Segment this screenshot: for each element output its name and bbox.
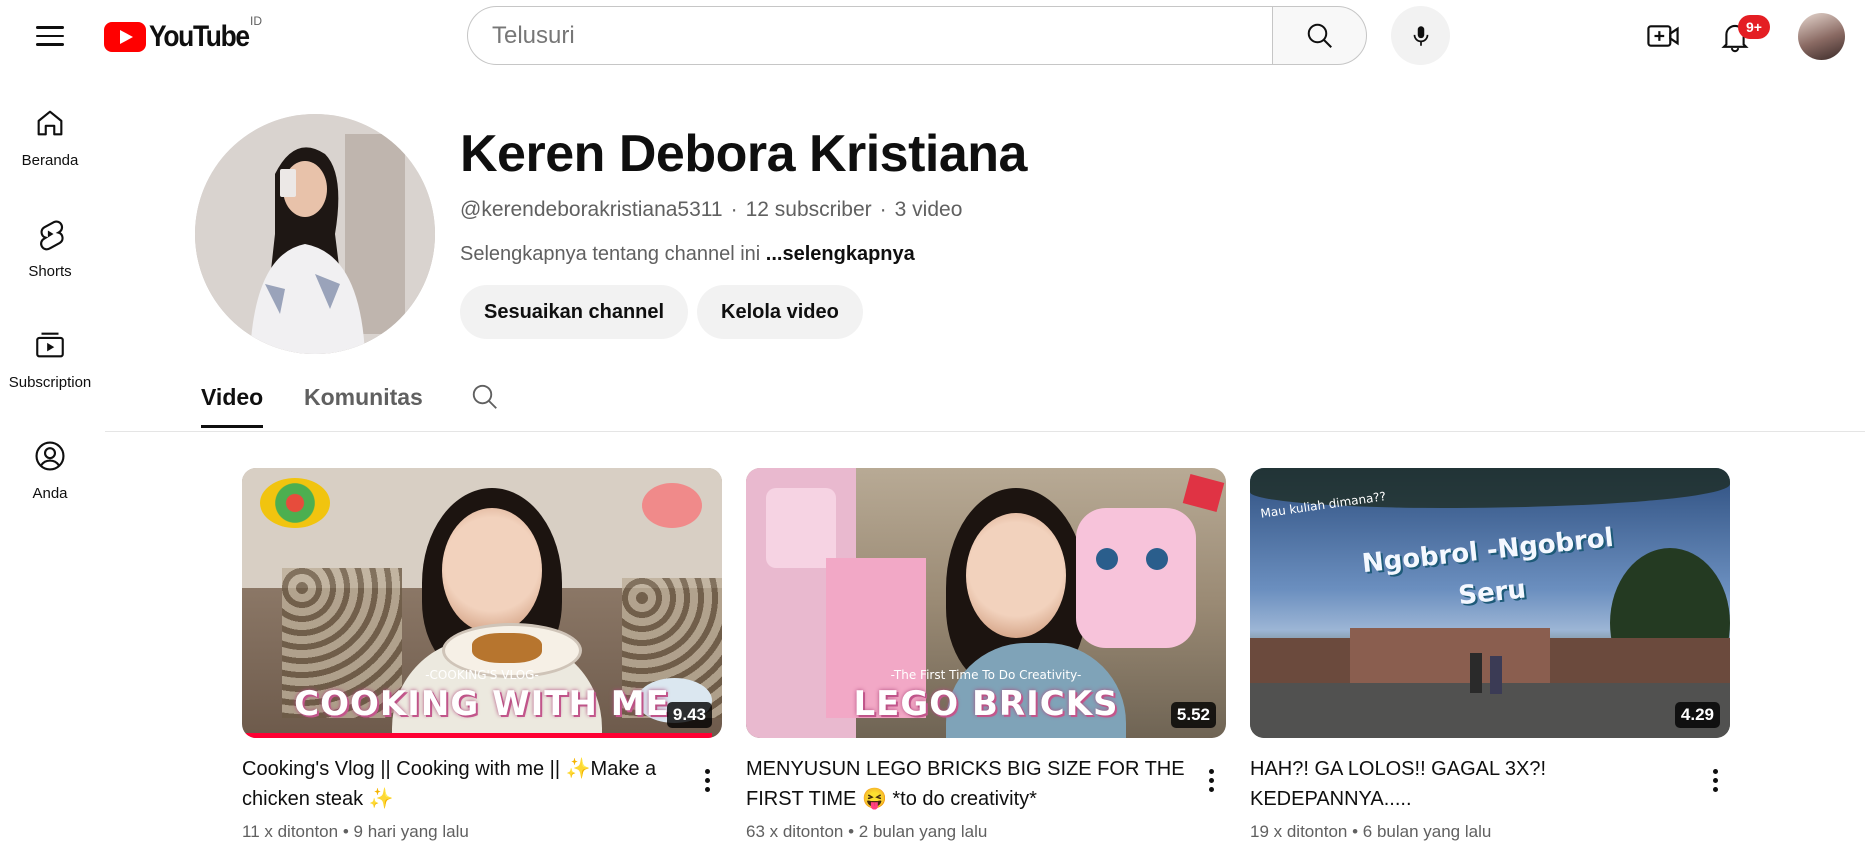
channel-avatar: [195, 114, 435, 354]
meta-separator: •: [1352, 822, 1363, 841]
channel-description[interactable]: Selengkapnya tentang channel ini ...sele…: [460, 243, 915, 266]
more-options-icon[interactable]: [692, 760, 722, 800]
manage-videos-button[interactable]: Kelola video: [697, 285, 863, 339]
tab-komunitas[interactable]: Komunitas: [304, 384, 423, 425]
channel-name: Keren Debora Kristiana: [460, 125, 1027, 183]
video-meta: 63 x ditonton • 2 bulan yang lalu: [746, 822, 1226, 842]
more-options-icon[interactable]: [1700, 760, 1730, 800]
logo-text: YouTube: [149, 20, 250, 53]
channel-avatar-photo: [195, 114, 435, 354]
sidebar-item-label: Subscription: [8, 374, 92, 391]
channel-meta: @kerendeborakristiana5311 · 12 subscribe…: [460, 198, 962, 222]
thumbnail-caption: COOKING WITH ME: [294, 684, 670, 724]
description-text: Selengkapnya tentang channel ini: [460, 243, 761, 265]
meta-separator: ·: [879, 198, 887, 221]
channel-search-button[interactable]: [470, 382, 500, 417]
sidebar-item-anda[interactable]: Anda: [0, 421, 100, 532]
voice-search-button[interactable]: [1391, 6, 1450, 65]
meta-separator: ·: [730, 198, 738, 221]
search-icon: [472, 384, 497, 409]
search-button[interactable]: [1272, 6, 1367, 65]
upload-age: 2 bulan yang lalu: [858, 822, 988, 841]
video-count: 3 video: [894, 198, 963, 221]
video-add-icon: [1647, 25, 1679, 47]
thumbnail-subtitle: -COOKING'S VLOG-: [425, 668, 539, 682]
subscriptions-icon: [36, 332, 64, 358]
region-code: ID: [250, 14, 262, 28]
home-icon: [37, 110, 63, 136]
create-button[interactable]: [1640, 14, 1686, 58]
more-options-icon[interactable]: [1196, 760, 1226, 800]
sidebar-item-label: Anda: [32, 485, 68, 502]
sidebar-item-beranda[interactable]: Beranda: [0, 88, 100, 199]
notification-badge: 9+: [1738, 15, 1770, 39]
youtube-logo[interactable]: YouTube: [104, 20, 262, 54]
video-thumbnail[interactable]: Mau kuliah dimana?? Ngobrol -Ngobrol Ser…: [1250, 468, 1730, 738]
video-duration: 4.29: [1674, 702, 1720, 728]
video-card: Mau kuliah dimana?? Ngobrol -Ngobrol Ser…: [1250, 468, 1730, 842]
search-icon: [1307, 23, 1332, 48]
sidebar-item-subscription[interactable]: Subscription: [0, 310, 100, 421]
view-count: 11 x ditonton: [242, 822, 339, 841]
video-title[interactable]: MENYUSUN LEGO BRICKS BIG SIZE FOR THE FI…: [746, 754, 1186, 814]
video-duration: 9.43: [666, 702, 712, 728]
video-card: -The First Time To Do Creativity- LEGO B…: [746, 468, 1226, 842]
video-card: -COOKING'S VLOG- COOKING WITH ME 9.43 Co…: [242, 468, 722, 842]
search-bar: [467, 6, 1367, 65]
more-link[interactable]: ...selengkapnya: [766, 243, 915, 265]
channel-handle[interactable]: @kerendeborakristiana5311: [460, 198, 723, 222]
meta-separator: •: [848, 822, 859, 841]
microphone-icon: [1413, 25, 1428, 46]
account-avatar[interactable]: [1798, 13, 1845, 60]
upload-age: 6 bulan yang lalu: [1362, 822, 1492, 841]
video-thumbnail[interactable]: -The First Time To Do Creativity- LEGO B…: [746, 468, 1226, 738]
subscriber-count: 12 subscriber: [745, 198, 872, 221]
video-meta: 11 x ditonton • 9 hari yang lalu: [242, 822, 722, 842]
video-title[interactable]: HAH?! GA LOLOS!! GAGAL 3X?! KEDEPANNYA..…: [1250, 754, 1690, 814]
user-icon: [35, 441, 65, 471]
video-thumbnail[interactable]: -COOKING'S VLOG- COOKING WITH ME 9.43: [242, 468, 722, 738]
shorts-icon: [40, 220, 64, 251]
upload-age: 9 hari yang lalu: [353, 822, 469, 841]
sidebar-item-label: Beranda: [21, 152, 79, 169]
customize-channel-button[interactable]: Sesuaikan channel: [460, 285, 689, 339]
youtube-play-icon: [104, 22, 146, 52]
top-bar: YouTube ID 9+: [0, 0, 1865, 72]
thumbnail-subtitle: -The First Time To Do Creativity-: [890, 668, 1082, 682]
video-title[interactable]: Cooking's Vlog || Cooking with me || ✨Ma…: [242, 754, 682, 814]
tab-video[interactable]: Video: [201, 384, 264, 428]
sidebar-item-shorts[interactable]: Shorts: [0, 199, 100, 310]
sidebar-item-label: Shorts: [28, 263, 72, 280]
channel-tabs: Video Komunitas: [105, 370, 1865, 432]
thumbnail-caption: LEGO BRICKS: [853, 684, 1119, 724]
search-input[interactable]: [467, 6, 1272, 65]
thumbnail-caption: Ngobrol -Ngobrol Seru: [1360, 522, 1616, 612]
video-meta: 19 x ditonton • 6 bulan yang lalu: [1250, 822, 1730, 842]
sidebar: Beranda Shorts Subscription Anda: [0, 88, 100, 532]
view-count: 19 x ditonton: [1250, 822, 1348, 841]
menu-icon[interactable]: [26, 16, 74, 56]
watch-progress-bar: [242, 733, 712, 738]
meta-separator: •: [342, 822, 354, 841]
view-count: 63 x ditonton: [746, 822, 844, 841]
video-duration: 5.52: [1170, 702, 1216, 728]
